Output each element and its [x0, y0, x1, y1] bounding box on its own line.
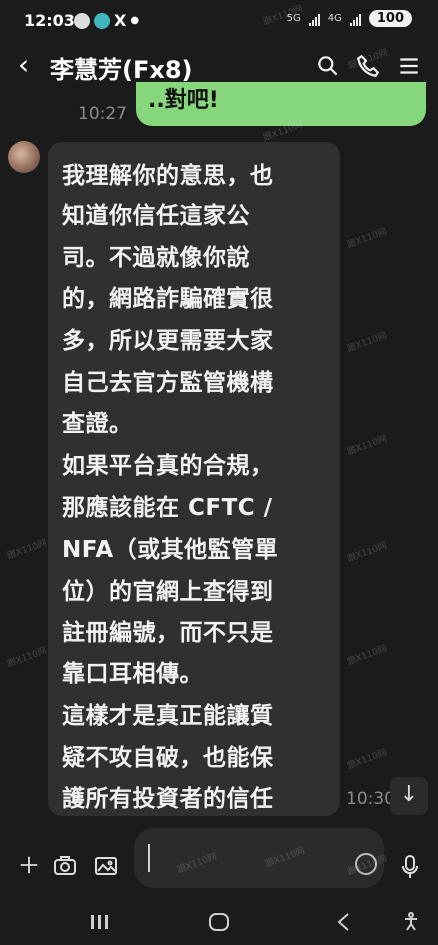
outgoing-message-text: ..對吧!	[148, 88, 219, 113]
message-line: 我理解你的意思，也	[62, 163, 274, 189]
chat-app-icon	[74, 12, 90, 29]
network-4g: 4G	[327, 13, 342, 24]
status-right: 5G 4G 100	[287, 10, 412, 27]
watermark: 跟X110网	[346, 748, 389, 772]
status-bar: 12:03 X ● 5G 4G 100	[0, 0, 438, 40]
message-line: 多，所以更需要大家	[62, 328, 274, 354]
watermark: 跟X110网	[346, 331, 389, 355]
search-icon[interactable]	[315, 53, 341, 79]
watermark: 跟X110网	[346, 644, 389, 668]
message-line: 那應該能在 CFTC /	[62, 495, 273, 521]
camera-icon[interactable]	[52, 854, 78, 878]
scroll-down-button[interactable]: ↓	[390, 777, 428, 815]
menu-icon[interactable]	[396, 53, 422, 79]
message-line: 自己去官方監管機構	[62, 370, 274, 396]
message-line: 疑不攻自破，也能保	[62, 745, 274, 771]
battery-indicator: 100	[368, 10, 412, 27]
message-line: 位）的官網上查得到	[62, 579, 274, 605]
avatar[interactable]	[8, 141, 40, 173]
message-line: 查證。	[62, 411, 133, 437]
watermark: 跟X110网	[346, 541, 389, 565]
status-time: 12:03	[24, 11, 75, 30]
profile-icon	[94, 12, 110, 29]
text-cursor	[148, 844, 150, 872]
outgoing-message-bubble[interactable]: ..對吧!	[136, 82, 426, 126]
microphone-icon[interactable]	[400, 854, 420, 880]
message-line: 知道你信任這家公	[62, 203, 250, 229]
message-line: 司。不過就像你說	[62, 245, 250, 271]
previous-message-time: 10:27	[78, 104, 127, 124]
signal-icon	[308, 12, 320, 26]
message-line: 護所有投資者的信任	[62, 786, 274, 812]
message-line: 註冊編號，而不只是	[62, 620, 274, 646]
accessibility-icon[interactable]	[401, 912, 421, 932]
recent-apps-icon[interactable]	[89, 912, 111, 932]
image-icon[interactable]	[93, 854, 119, 878]
message-line: 這樣才是真正能讓質	[62, 703, 274, 729]
x-app-icon: X	[114, 11, 127, 30]
chat-screen: 12:03 X ● 5G 4G 100 ‹ 李慧芳(Fx8) 10:27 ..對…	[0, 0, 438, 945]
watermark: 跟X110网	[6, 646, 49, 670]
message-line: 如果平台真的合規，	[62, 453, 274, 479]
back-button[interactable]: ‹	[18, 51, 44, 80]
home-icon[interactable]	[208, 912, 230, 932]
watermark: 跟X110网	[346, 434, 389, 458]
watermark: 跟X110网	[6, 538, 49, 562]
message-line: NFA（或其他監管單	[62, 537, 279, 563]
message-input[interactable]	[134, 828, 384, 888]
signal-icon-2	[349, 12, 361, 26]
status-left-icons: X ●	[74, 11, 139, 30]
chat-title: 李慧芳(Fx8)	[50, 56, 193, 84]
add-icon[interactable]	[18, 854, 40, 876]
back-nav-icon[interactable]	[333, 912, 355, 932]
dot-icon: ●	[130, 15, 140, 26]
message-line: 靠口耳相傳。	[62, 661, 203, 687]
system-navigation-bar	[0, 900, 438, 945]
message-line: 的，網路詐騙確實很	[62, 286, 274, 312]
incoming-message-time: 10:30	[346, 789, 395, 809]
watermark: 跟X110网	[346, 227, 389, 251]
previous-message-area: 10:27 ..對吧!	[0, 82, 438, 132]
